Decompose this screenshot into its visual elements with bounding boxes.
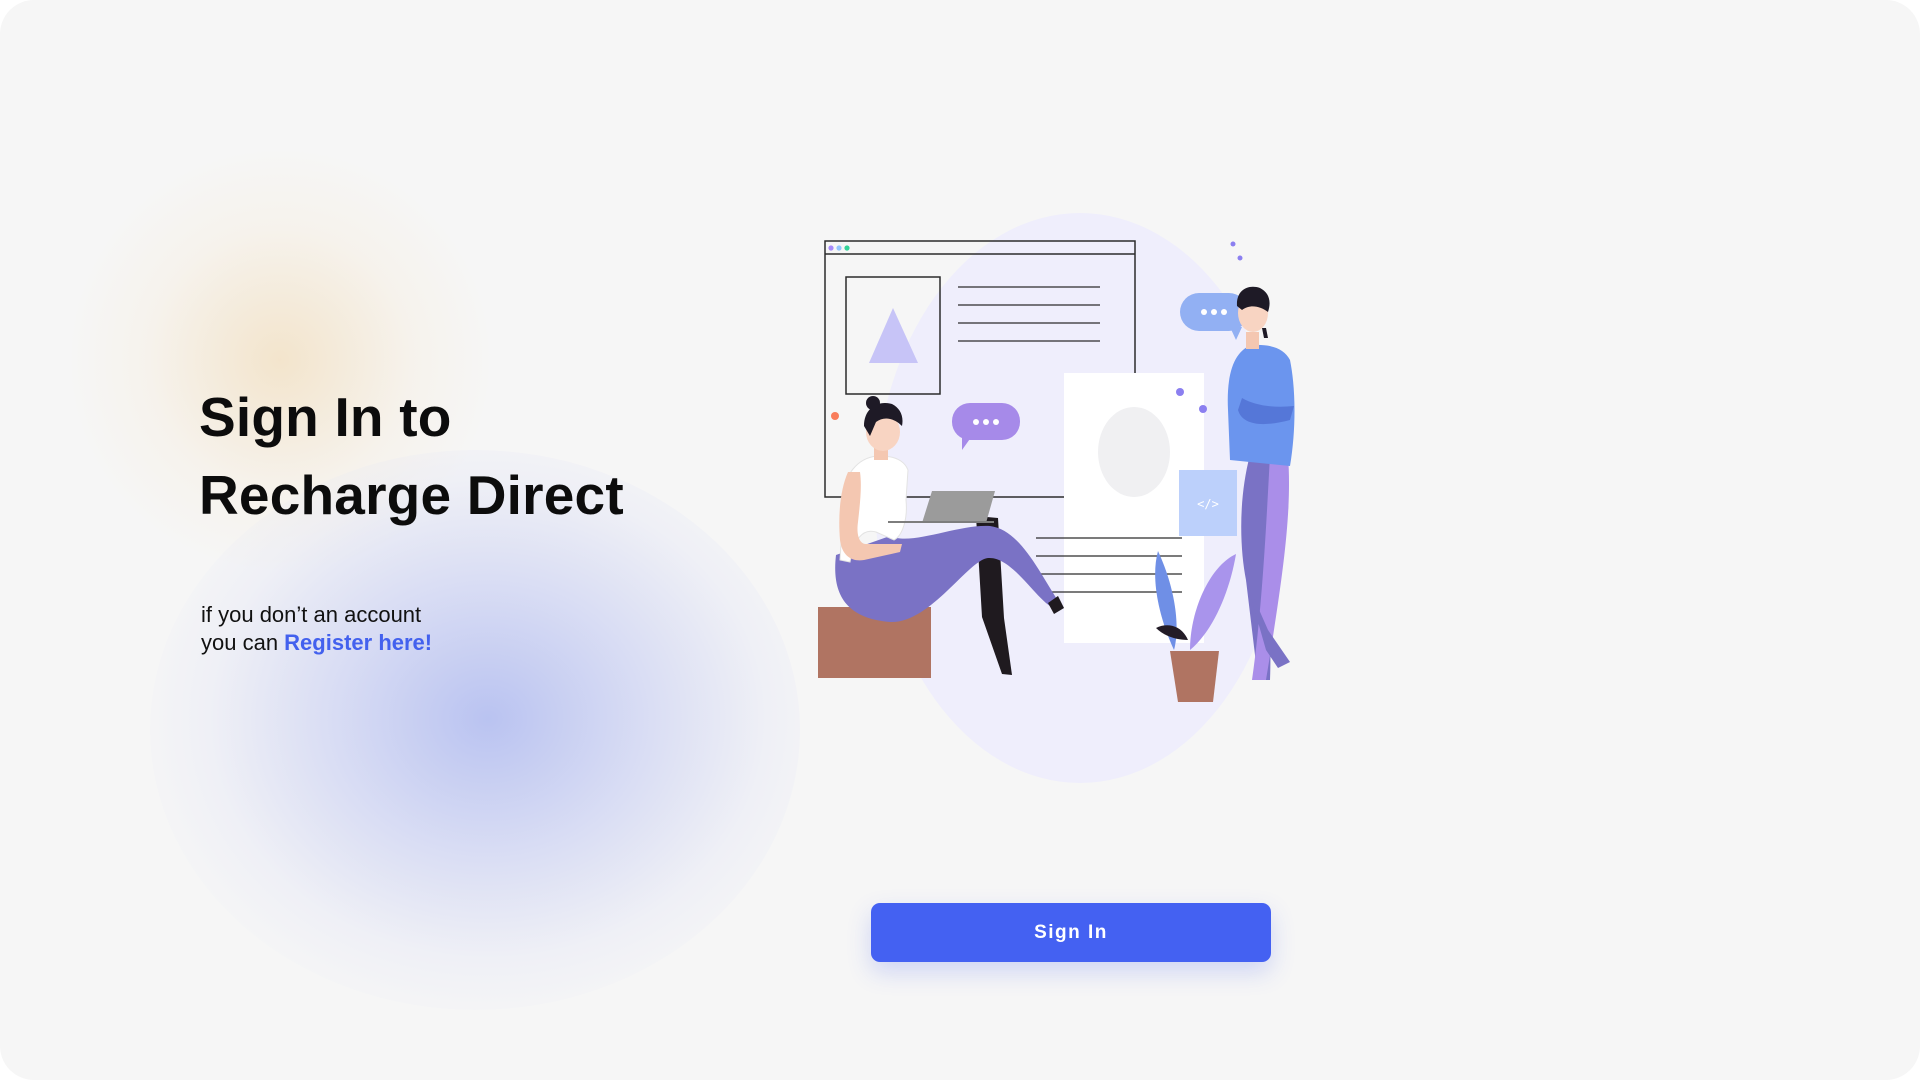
register-prompt: if you don’t an account you can Register… [201, 601, 432, 657]
page-frame: Sign In to Recharge Direct if you don’t … [0, 0, 1920, 1080]
subtitle-prefix: you can [201, 630, 285, 655]
subtitle-line-1: if you don’t an account [201, 602, 422, 627]
triangle-shape [869, 308, 918, 363]
code-tag-text: </> [1197, 497, 1219, 511]
workspace-illustration: </> [818, 213, 1295, 783]
title-line-2: Recharge Direct [199, 464, 624, 526]
title-line-1: Sign In to [199, 386, 452, 448]
blue-gradient-blob [150, 450, 800, 1010]
register-link[interactable]: Register here! [284, 630, 432, 655]
subtitle-line-2: you can Register here! [201, 629, 432, 657]
code-tag-icon: </> [1179, 470, 1237, 536]
sign-in-button[interactable]: Sign In [871, 903, 1271, 962]
page-title: Sign In to Recharge Direct [199, 378, 624, 534]
